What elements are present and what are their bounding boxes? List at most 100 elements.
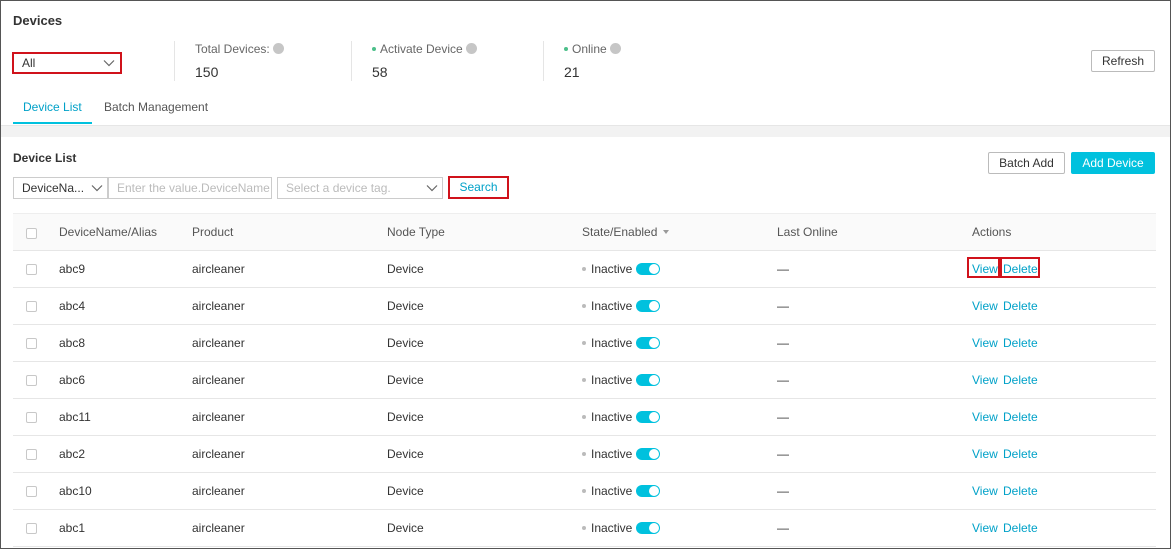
- stat-activated-value: 58: [372, 64, 388, 80]
- highlight-frame: [1000, 257, 1040, 278]
- view-link[interactable]: View: [972, 362, 998, 398]
- device-state: Inactive: [582, 510, 661, 546]
- device-name: abc6: [59, 373, 86, 387]
- device-tag-placeholder: Select a device tag.: [286, 181, 391, 195]
- status-dot-icon: [582, 304, 586, 308]
- search-field-select[interactable]: DeviceNa...: [13, 177, 108, 199]
- row-checkbox[interactable]: [26, 264, 37, 275]
- enabled-toggle[interactable]: [636, 300, 661, 312]
- row-checkbox[interactable]: [26, 523, 37, 534]
- stat-online-value: 21: [564, 64, 580, 80]
- tab-device-list[interactable]: Device List: [13, 94, 92, 124]
- enabled-toggle[interactable]: [636, 411, 661, 423]
- delete-link[interactable]: Delete: [1003, 325, 1038, 361]
- delete-link[interactable]: Delete: [1003, 399, 1038, 435]
- device-name: abc1: [59, 521, 86, 535]
- search-button[interactable]: Search: [448, 176, 509, 199]
- status-dot-icon: [582, 415, 586, 419]
- device-state: Inactive: [582, 288, 661, 324]
- column-header: State/Enabled: [582, 225, 658, 239]
- row-checkbox[interactable]: [26, 375, 37, 386]
- delete-link[interactable]: Delete: [1003, 436, 1038, 472]
- select-all-checkbox[interactable]: [26, 228, 37, 239]
- status-dot-icon: [582, 526, 586, 530]
- info-icon[interactable]: [609, 43, 621, 54]
- stat-activated-label: Activate Device: [380, 42, 463, 56]
- row-checkbox[interactable]: [26, 486, 37, 497]
- add-device-button[interactable]: Add Device: [1071, 152, 1155, 174]
- table-body: abc9 aircleaner Device Inactive — View Delete a…: [13, 251, 1156, 547]
- device-product: aircleaner: [192, 299, 245, 313]
- delete-link[interactable]: Delete: [1003, 473, 1038, 509]
- device-tag-select[interactable]: Select a device tag.: [277, 177, 443, 199]
- row-checkbox[interactable]: [26, 412, 37, 423]
- enabled-toggle[interactable]: [636, 448, 661, 460]
- column-header: Actions: [972, 225, 1012, 239]
- row-checkbox[interactable]: [26, 338, 37, 349]
- row-checkbox[interactable]: [26, 449, 37, 460]
- status-dot-icon: [582, 489, 586, 493]
- device-node-type: Device: [387, 373, 424, 387]
- toggle-knob: [649, 523, 660, 533]
- devices-page: Devices All Total Devices: 150 Activate …: [0, 0, 1171, 549]
- status-dot-icon: [582, 452, 586, 456]
- enabled-toggle[interactable]: [636, 485, 661, 497]
- view-link[interactable]: View: [972, 288, 998, 324]
- device-table: DeviceName/Alias Product Node Type State…: [13, 213, 1156, 547]
- device-list-title: Device List: [13, 151, 77, 165]
- device-name: abc9: [59, 262, 86, 276]
- view-link[interactable]: View: [972, 436, 998, 472]
- enabled-toggle[interactable]: [636, 337, 661, 349]
- view-link[interactable]: View: [972, 510, 998, 546]
- chevron-down-icon: [426, 185, 438, 192]
- stat-total-value: 150: [195, 64, 219, 80]
- toggle-knob: [649, 338, 660, 348]
- toggle-knob: [649, 301, 660, 311]
- table-row: abc1 aircleaner Device Inactive — View Delete: [13, 510, 1156, 547]
- device-product: aircleaner: [192, 521, 245, 535]
- delete-link[interactable]: Delete: [1003, 288, 1038, 324]
- device-state-label: Inactive: [591, 299, 633, 313]
- device-node-type: Device: [387, 521, 424, 535]
- device-name: abc2: [59, 447, 86, 461]
- enabled-toggle[interactable]: [636, 263, 661, 275]
- device-state: Inactive: [582, 436, 661, 472]
- view-link[interactable]: View: [972, 473, 998, 509]
- device-state-label: Inactive: [591, 484, 633, 498]
- device-state-label: Inactive: [591, 410, 633, 424]
- view-link[interactable]: View: [972, 399, 998, 435]
- toggle-knob: [649, 449, 660, 459]
- refresh-button[interactable]: Refresh: [1091, 50, 1155, 72]
- info-icon[interactable]: [272, 43, 284, 54]
- device-state-label: Inactive: [591, 373, 633, 387]
- chevron-down-icon: [91, 185, 103, 192]
- info-icon[interactable]: [465, 43, 477, 54]
- view-link[interactable]: View: [972, 325, 998, 361]
- stat-activated-devices: Activate Device 58: [351, 41, 477, 81]
- device-name: abc11: [59, 410, 91, 424]
- device-product: aircleaner: [192, 336, 245, 350]
- device-state: Inactive: [582, 473, 661, 509]
- enabled-toggle[interactable]: [636, 522, 661, 534]
- table-row: abc4 aircleaner Device Inactive — View Delete: [13, 288, 1156, 325]
- status-dot-icon: [564, 47, 568, 51]
- row-checkbox[interactable]: [26, 301, 37, 312]
- tab-batch-management[interactable]: Batch Management: [94, 94, 218, 124]
- device-name: abc8: [59, 336, 86, 350]
- delete-link[interactable]: Delete: [1003, 510, 1038, 546]
- table-row: abc2 aircleaner Device Inactive — View Delete: [13, 436, 1156, 473]
- device-product: aircleaner: [192, 373, 245, 387]
- column-header-state[interactable]: State/Enabled: [582, 214, 670, 250]
- stat-online-devices: Online 21: [543, 41, 621, 81]
- batch-add-button[interactable]: Batch Add: [988, 152, 1065, 174]
- device-product: aircleaner: [192, 447, 245, 461]
- filter-caret-icon[interactable]: [663, 230, 670, 234]
- last-online: —: [777, 410, 789, 424]
- device-state-label: Inactive: [591, 262, 633, 276]
- table-row: abc8 aircleaner Device Inactive — View Delete: [13, 325, 1156, 362]
- enabled-toggle[interactable]: [636, 374, 661, 386]
- stat-total-devices: Total Devices: 150: [174, 41, 284, 81]
- scope-select[interactable]: All: [12, 52, 122, 74]
- search-input[interactable]: [108, 177, 272, 199]
- delete-link[interactable]: Delete: [1003, 362, 1038, 398]
